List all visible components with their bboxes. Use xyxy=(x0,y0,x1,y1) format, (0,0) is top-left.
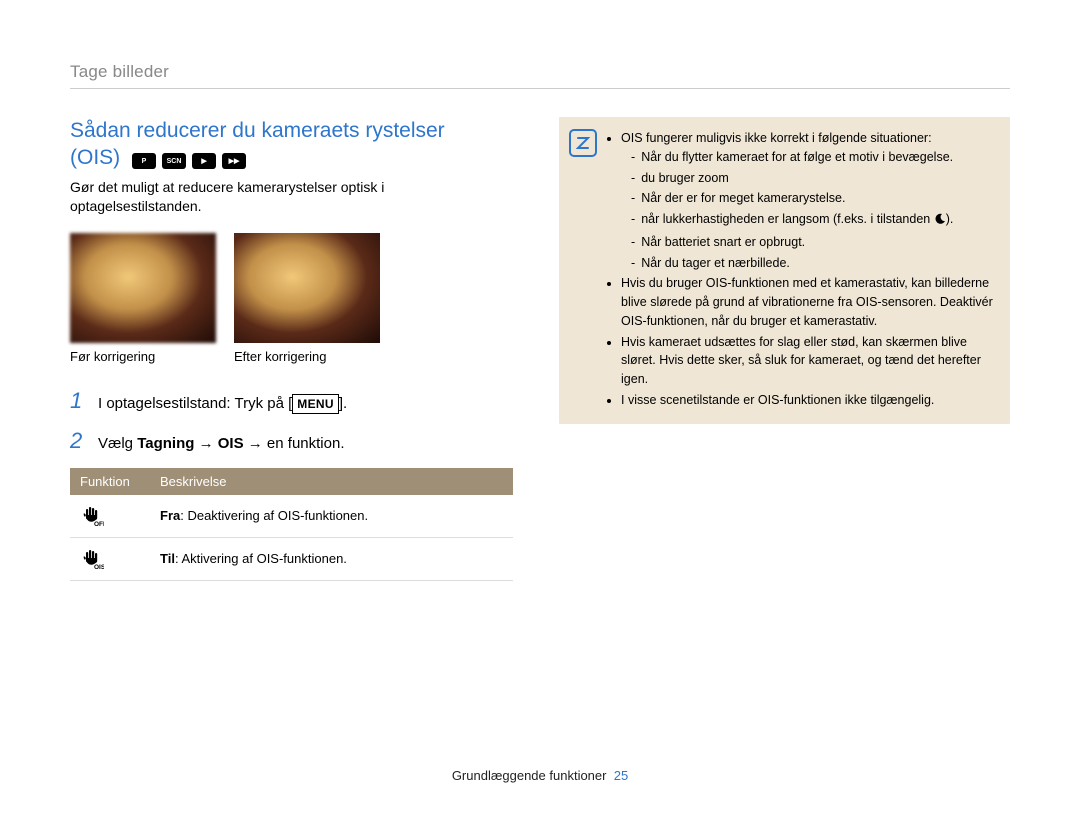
svg-text:OFF: OFF xyxy=(94,521,104,527)
function-table: Funktion Beskrivelse OFF Fra: Deaktiveri… xyxy=(70,468,513,581)
before-image xyxy=(70,233,216,343)
note-sub-bullet: du bruger zoom xyxy=(631,169,996,188)
note-sub-bullet: når lukkerhastigheden er langsom (f.eks.… xyxy=(631,210,996,231)
note-icon xyxy=(569,129,597,157)
menu-chip: MENU xyxy=(292,394,339,414)
note-sub-bullet: Når du flytter kameraet for at følge et … xyxy=(631,148,996,167)
table-row: OIS Til: Aktivering af OIS-funktionen. xyxy=(70,537,513,580)
note-bullet: OIS fungerer muligvis ikke korrekt i føl… xyxy=(621,129,996,272)
note-bullet: I visse scenetilstande er OIS-funktionen… xyxy=(621,391,996,410)
section-label: Tage billeder xyxy=(70,62,1010,89)
step2-strong2: OIS xyxy=(218,435,244,452)
row-desc: Fra: Deaktivering af OIS-funktionen. xyxy=(150,495,513,538)
after-caption: Efter korrigering xyxy=(234,349,380,364)
svg-text:OIS: OIS xyxy=(94,564,104,570)
heading-line1: Sådan reducerer du kameraets rystelser xyxy=(70,119,445,142)
th-desc: Beskrivelse xyxy=(150,468,513,495)
footer: Grundlæggende funktioner 25 xyxy=(0,768,1080,783)
step-number: 2 xyxy=(70,428,84,454)
movie-mode-icon: ▶ xyxy=(192,153,216,169)
footer-label: Grundlæggende funktioner xyxy=(452,768,607,783)
program-mode-icon: P xyxy=(132,153,156,169)
ois-off-icon: OFF xyxy=(70,495,150,538)
note-sub-bullet: Når batteriet snart er opbrugt. xyxy=(631,233,996,252)
table-row: OFF Fra: Deaktivering af OIS-funktionen. xyxy=(70,495,513,538)
step2-strong1: Tagning xyxy=(137,435,194,452)
step-text: Vælg Tagning → OIS → en funktion. xyxy=(98,435,345,452)
mode-icon-row: P SCN ▶ ▶▶ xyxy=(132,153,246,169)
step2-prefix: Vælg xyxy=(98,435,137,452)
step-number: 1 xyxy=(70,388,84,414)
after-image xyxy=(234,233,380,343)
page-title: Sådan reducerer du kameraets rystelser (… xyxy=(70,117,513,172)
th-function: Funktion xyxy=(70,468,150,495)
ois-on-icon: OIS xyxy=(70,537,150,580)
step2-mid1: → xyxy=(194,435,217,452)
note-sub-bullet: Når der er for meget kamerarystelse. xyxy=(631,189,996,208)
note-sub-bullet: Når du tager et nærbillede. xyxy=(631,254,996,273)
row-desc: Til: Aktivering af OIS-funktionen. xyxy=(150,537,513,580)
smart-movie-mode-icon: ▶▶ xyxy=(222,153,246,169)
moon-icon xyxy=(934,212,946,231)
page-number: 25 xyxy=(614,768,628,783)
note-box: OIS fungerer muligvis ikke korrekt i føl… xyxy=(559,117,1010,424)
step1-after: ]. xyxy=(339,395,347,412)
before-caption: Før korrigering xyxy=(70,349,216,364)
step2-mid2: → en funktion. xyxy=(244,435,345,452)
step1-before: I optagelsestilstand: Tryk på [ xyxy=(98,395,292,412)
step-text: I optagelsestilstand: Tryk på [MENU]. xyxy=(98,394,347,414)
note-bullet: Hvis kameraet udsættes for slag eller st… xyxy=(621,333,996,389)
scene-mode-icon: SCN xyxy=(162,153,186,169)
note-bullet: Hvis du bruger OIS-funktionen med et kam… xyxy=(621,274,996,330)
heading-line2: (OIS) xyxy=(70,146,120,169)
lead-text: Gør det muligt at reducere kamerarystels… xyxy=(70,178,513,217)
